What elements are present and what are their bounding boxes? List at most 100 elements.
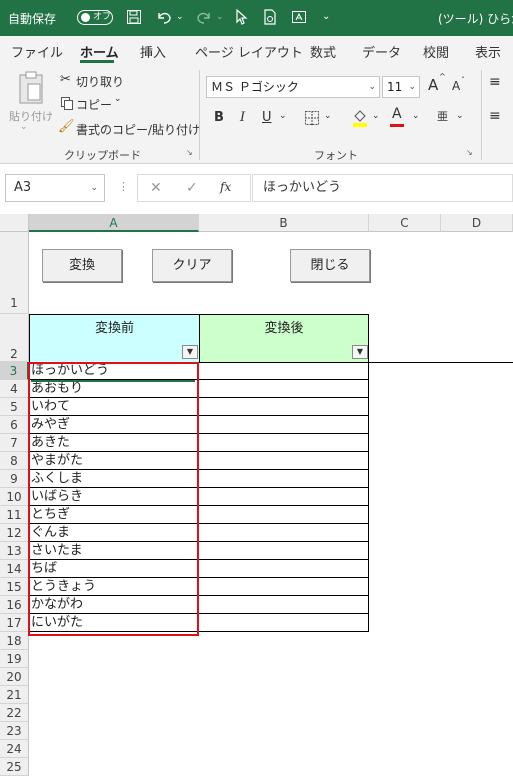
copy-dropdown-icon[interactable]: ⌄ [114, 94, 122, 104]
underline-button[interactable]: U [262, 110, 272, 125]
filter-dropdown-icon[interactable]: ▼ [182, 345, 198, 359]
align-left-icon[interactable]: ≡ [489, 108, 501, 124]
clipboard-icon[interactable] [16, 70, 46, 106]
tab-data[interactable]: データ [362, 42, 401, 61]
cell-a11[interactable]: とちぎ [29, 506, 199, 524]
furigana-icon[interactable]: 亜 [437, 108, 448, 124]
copy-button[interactable]: コピー [76, 96, 112, 113]
cell-b4[interactable] [199, 380, 369, 398]
tab-file[interactable]: ファイル [11, 42, 63, 61]
cell-b6[interactable] [199, 416, 369, 434]
cell-a8[interactable]: やまがた [29, 452, 199, 470]
convert-button[interactable]: 変換 [42, 249, 122, 282]
cell-a3[interactable]: ほっかいどう [29, 362, 199, 380]
font-color-icon[interactable]: A [392, 106, 402, 122]
italic-button[interactable]: I [240, 110, 245, 125]
row-header[interactable]: 3 [0, 362, 29, 380]
cell-b13[interactable] [199, 542, 369, 560]
format-painter-button[interactable]: 書式のコピー/貼り付け [76, 121, 200, 138]
cut-button[interactable]: 切り取り [76, 73, 124, 90]
row-header[interactable]: 25 [0, 758, 29, 776]
cell-a14[interactable]: ちば [29, 560, 199, 578]
cell-a13[interactable]: さいたま [29, 542, 199, 560]
row-header[interactable]: 18 [0, 632, 29, 650]
cell-b12[interactable] [199, 524, 369, 542]
cell-a15[interactable]: とうきょう [29, 578, 199, 596]
camera-icon[interactable] [291, 9, 307, 29]
save-icon[interactable] [126, 9, 142, 29]
clear-button[interactable]: クリア [152, 249, 232, 282]
row-header[interactable]: 12 [0, 524, 29, 542]
undo-icon[interactable] [155, 9, 173, 29]
formula-input[interactable]: ほっかいどう [252, 174, 513, 202]
column-header-c[interactable]: C [369, 214, 441, 232]
tab-home[interactable]: ホーム [80, 42, 119, 61]
column-header-a[interactable]: A [29, 214, 199, 232]
tab-formulas[interactable]: 数式 [310, 42, 336, 61]
row-header[interactable]: 23 [0, 722, 29, 740]
tab-review[interactable]: 校閲 [423, 42, 449, 61]
select-all-corner[interactable] [0, 214, 29, 232]
cell-a9[interactable]: ふくしま [29, 470, 199, 488]
shrink-font-button[interactable]: A [452, 79, 460, 93]
row-header[interactable]: 2 [0, 314, 29, 362]
font-name-select[interactable]: ＭＳ Ｐゴシック ⌄ [206, 76, 380, 98]
cell-b16[interactable] [199, 596, 369, 614]
grow-font-button[interactable]: A [428, 76, 438, 94]
fill-color-icon[interactable] [352, 108, 368, 131]
borders-icon[interactable] [304, 110, 320, 129]
row-header[interactable]: 22 [0, 704, 29, 722]
row-header[interactable]: 8 [0, 452, 29, 470]
row-header[interactable]: 4 [0, 380, 29, 398]
header-after[interactable]: 変換後 [199, 314, 369, 363]
header-before[interactable]: 変換前 [29, 314, 200, 363]
pointer-icon[interactable] [234, 8, 248, 29]
cell-a16[interactable]: かながわ [29, 596, 199, 614]
cell-b17[interactable] [199, 614, 369, 632]
row-header[interactable]: 7 [0, 434, 29, 452]
cell-b10[interactable] [199, 488, 369, 506]
cell-a12[interactable]: ぐんま [29, 524, 199, 542]
tab-insert[interactable]: 挿入 [140, 42, 166, 61]
close-button[interactable]: 閉じる [290, 249, 370, 282]
tab-view[interactable]: 表示 [475, 42, 501, 61]
undo-dropdown-icon[interactable]: ⌄ [176, 9, 184, 25]
file-icon[interactable] [262, 9, 278, 29]
row-header[interactable]: 11 [0, 506, 29, 524]
row-header[interactable]: 15 [0, 578, 29, 596]
cell-b9[interactable] [199, 470, 369, 488]
borders-dropdown-icon[interactable]: ⌄ [324, 111, 332, 121]
row-header[interactable]: 9 [0, 470, 29, 488]
underline-dropdown-icon[interactable]: ⌄ [279, 111, 287, 121]
clipboard-launcher-icon[interactable]: ↘ [186, 148, 193, 157]
row-header[interactable]: 20 [0, 668, 29, 686]
row-header[interactable]: 6 [0, 416, 29, 434]
cell-b11[interactable] [199, 506, 369, 524]
row-header[interactable]: 1 [0, 232, 29, 314]
furigana-dropdown-icon[interactable]: ⌄ [456, 111, 464, 121]
bold-button[interactable]: B [214, 110, 224, 125]
fill-color-dropdown-icon[interactable]: ⌄ [372, 111, 380, 121]
font-color-dropdown-icon[interactable]: ⌄ [412, 111, 420, 121]
name-box[interactable]: A3 ⌄ [5, 174, 105, 202]
font-launcher-icon[interactable]: ↘ [466, 148, 473, 157]
autosave-toggle[interactable]: オフ [77, 10, 113, 25]
cell-b3[interactable] [199, 362, 369, 380]
cell-b5[interactable] [199, 398, 369, 416]
cell-a17[interactable]: にいがた [29, 614, 199, 632]
insert-function-button[interactable]: fx [220, 180, 231, 194]
row-header[interactable]: 5 [0, 398, 29, 416]
cell-b7[interactable] [199, 434, 369, 452]
customize-icon[interactable]: ⌄ [322, 9, 330, 25]
enter-icon[interactable]: ✓ [186, 180, 198, 196]
column-header-b[interactable]: B [199, 214, 369, 232]
paste-dropdown-icon[interactable]: ⌄ [20, 122, 28, 132]
align-top-icon[interactable]: ≡ [489, 74, 501, 90]
cell-a5[interactable]: いわて [29, 398, 199, 416]
row-header[interactable]: 19 [0, 650, 29, 668]
cell-a4[interactable]: あおもり [29, 380, 199, 398]
tab-page-layout[interactable]: ページ レイアウト [195, 42, 303, 61]
cell-a10[interactable]: いばらき [29, 488, 199, 506]
cell-b15[interactable] [199, 578, 369, 596]
row-header[interactable]: 16 [0, 596, 29, 614]
